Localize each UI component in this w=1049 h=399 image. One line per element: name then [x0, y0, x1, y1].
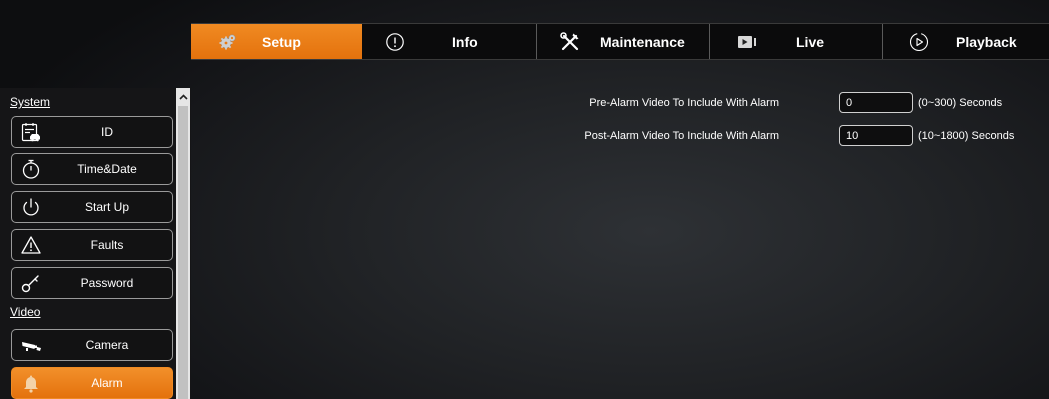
tab-info[interactable]: Info [362, 24, 537, 59]
tab-playback-label: Playback [956, 33, 1017, 50]
tab-setup[interactable]: Setup [191, 24, 362, 59]
sidebar-item-start-up[interactable]: Start Up [11, 191, 173, 223]
gear-icon [217, 31, 239, 53]
sidebar-item-label: Faults [90, 238, 124, 252]
tab-maintenance-label: Maintenance [600, 33, 685, 50]
power-icon [23, 198, 39, 216]
section-title-system: System [10, 95, 51, 109]
main-tab-bar: Setup Info Maintenance Live Playback [191, 23, 1049, 60]
sidebar-item-camera[interactable]: Camera [11, 329, 173, 361]
info-icon [384, 31, 406, 53]
post-alarm-input[interactable] [839, 125, 913, 146]
pre-alarm-input[interactable] [839, 92, 913, 113]
sidebar-scrollbar-thumb[interactable] [178, 106, 188, 399]
sidebar-item-password[interactable]: Password [11, 267, 173, 299]
sidebar: System ID Time&Date Start Up Faults Pass… [0, 88, 191, 399]
tab-info-label: Info [452, 33, 478, 50]
app-window: Setup Info Maintenance Live Playback Sys… [0, 0, 1049, 399]
sidebar-item-label: Alarm [91, 376, 123, 390]
post-alarm-label: Post-Alarm Video To Include With Alarm [584, 130, 779, 142]
tab-live[interactable]: Live [710, 24, 883, 59]
sidebar-item-id[interactable]: ID [11, 116, 173, 148]
warning-icon [21, 236, 41, 254]
sidebar-item-label: Time&Date [77, 162, 137, 176]
sidebar-item-faults[interactable]: Faults [11, 229, 173, 261]
sidebar-item-label: Start Up [84, 200, 129, 214]
stopwatch-icon [22, 159, 40, 179]
chevron-up-icon [178, 93, 188, 100]
post-alarm-range-hint: (10~1800) Seconds [918, 130, 1015, 142]
sidebar-item-time-date[interactable]: Time&Date [11, 153, 173, 185]
sidebar-item-label: ID [101, 125, 113, 139]
tools-icon [559, 31, 581, 53]
cctv-camera-icon [22, 342, 41, 351]
play-circle-icon [908, 31, 930, 53]
tab-setup-label: Setup [262, 33, 301, 50]
video-camera-icon [737, 31, 759, 53]
section-title-video: Video [10, 305, 41, 319]
pre-alarm-range-hint: (0~300) Seconds [918, 97, 1003, 109]
tab-playback[interactable]: Playback [883, 24, 1049, 59]
scroll-up-button[interactable] [176, 88, 190, 105]
sidebar-item-label: Password [80, 276, 134, 290]
sidebar-item-label: Camera [85, 338, 129, 352]
id-card-icon [21, 123, 40, 142]
key-icon [21, 275, 39, 293]
pre-alarm-label: Pre-Alarm Video To Include With Alarm [589, 97, 779, 109]
tab-live-label: Live [796, 33, 825, 50]
tab-maintenance[interactable]: Maintenance [537, 24, 710, 59]
sidebar-item-alarm[interactable]: Alarm [11, 367, 173, 399]
bell-icon [24, 375, 38, 393]
